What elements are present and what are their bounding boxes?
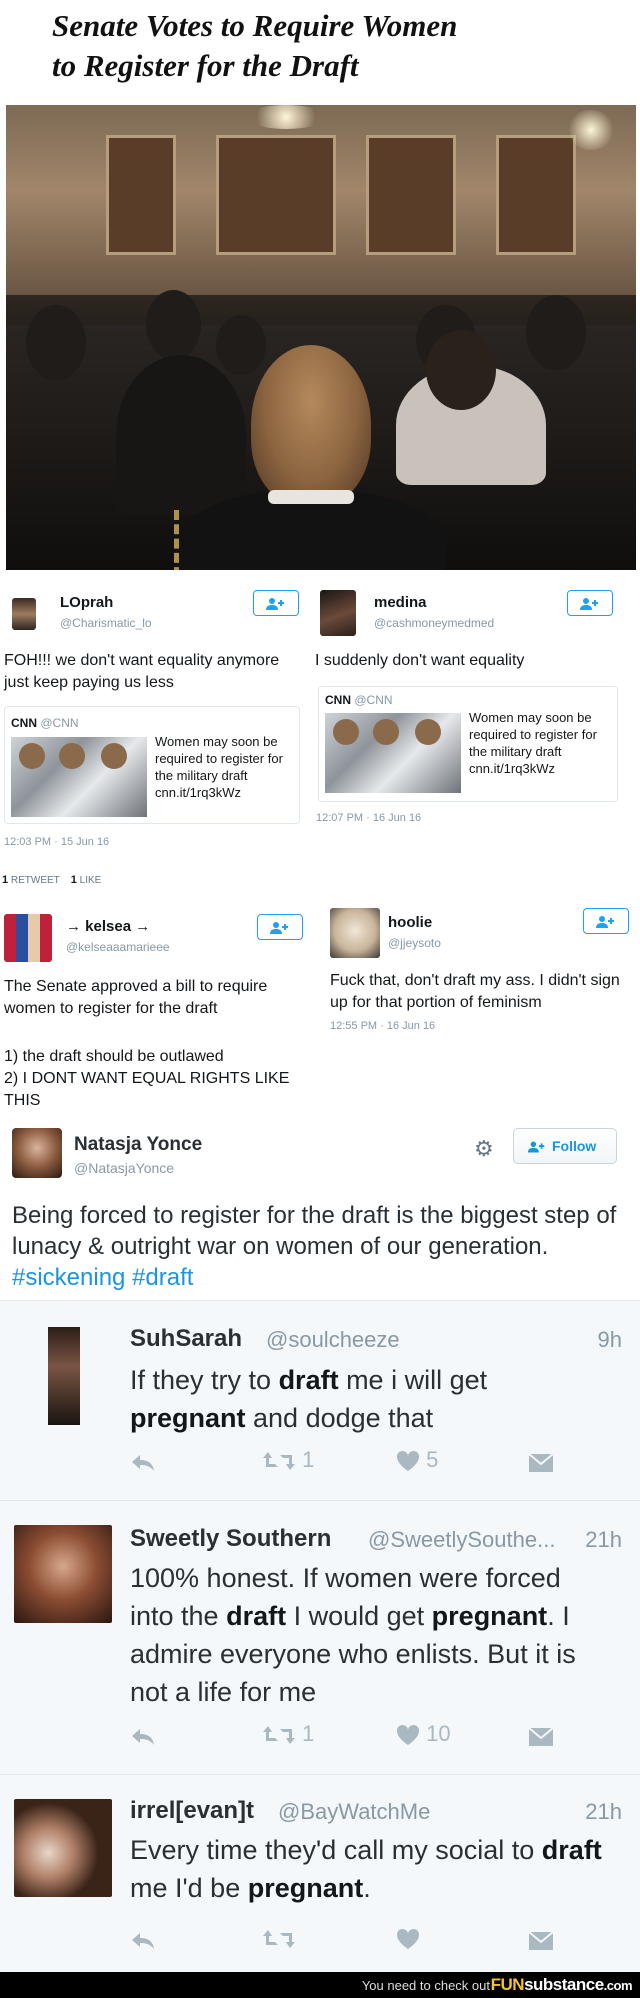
like-button[interactable]: [396, 1925, 420, 1951]
follow-button[interactable]: Follow: [513, 1128, 617, 1164]
headline-line-2: to Register for the Draft: [52, 48, 359, 83]
tweet-time[interactable]: 21h: [585, 1799, 622, 1825]
follow-button[interactable]: [583, 908, 629, 934]
like-button[interactable]: 5: [396, 1447, 438, 1473]
add-user-icon: [596, 916, 614, 929]
cnn-card[interactable]: CNN @CNN Women may soon be required to r…: [4, 706, 300, 824]
retweet-button[interactable]: [262, 1925, 296, 1951]
add-user-icon: [580, 598, 598, 611]
follow-button[interactable]: [257, 914, 303, 940]
tweet-author-handle[interactable]: @SweetlySouthe...: [368, 1527, 555, 1553]
like-button[interactable]: 10: [396, 1721, 451, 1747]
like-count: 5: [426, 1447, 439, 1472]
retweet-count: 1: [302, 1447, 315, 1472]
avatar[interactable]: [12, 1128, 62, 1178]
site-brand[interactable]: FUNsubstance.com: [491, 1975, 633, 1995]
avatar[interactable]: [320, 590, 356, 636]
retweet-icon: [263, 1930, 295, 1949]
follow-label: Follow: [552, 1138, 597, 1154]
card-image: [325, 713, 461, 793]
tweet-author-handle[interactable]: @soulcheeze: [266, 1327, 400, 1353]
mobile-tweet-suhsarah: SuhSarah @soulcheeze 9h If they try to d…: [0, 1300, 640, 1500]
tweet-author-name[interactable]: → kelsea →: [66, 918, 150, 935]
tweet-author-name[interactable]: irrel[evan]t: [130, 1797, 254, 1825]
gear-icon[interactable]: ⚙: [474, 1136, 494, 1162]
tweet-author-handle[interactable]: @cashmoneymedmed: [374, 616, 494, 630]
avatar[interactable]: [14, 1525, 112, 1623]
card-text: Women may soon be required to register f…: [155, 734, 283, 800]
tweet-author-handle[interactable]: @NatasjaYonce: [74, 1160, 174, 1176]
tweet-text: Being forced to register for the draft i…: [12, 1202, 617, 1291]
tweet-text: The Senate approved a bill to require wo…: [4, 978, 268, 1017]
follow-button[interactable]: [253, 590, 299, 616]
tweet-timestamp[interactable]: 12:55 PM · 16 Jun 16: [330, 1020, 435, 1032]
heart-icon: [396, 1451, 420, 1472]
mobile-tweet-irrelevant: irrel[evan]t @BayWatchMe 21h Every time …: [0, 1774, 640, 1972]
senate-hearing-photo: [6, 105, 636, 570]
tweet-text: Every time they'd call my social to draf…: [130, 1835, 602, 1903]
watermark-footer: You need to check out FUNsubstance.com: [0, 1972, 640, 1998]
headline: Senate Votes to Require Women to Registe…: [52, 6, 592, 86]
heart-icon: [396, 1929, 420, 1950]
tweet-text: I suddenly don't want equality: [315, 652, 525, 669]
mobile-tweet-sweetly-southern: Sweetly Southern @SweetlySouthe... 21h 1…: [0, 1500, 640, 1774]
tweet-author-name[interactable]: Natasja Yonce: [74, 1134, 202, 1156]
message-icon[interactable]: [528, 1927, 554, 1953]
retweet-icon: [263, 1452, 295, 1471]
tweet-stats: 1 RETWEET 1 LIKE: [2, 874, 102, 886]
message-icon[interactable]: [528, 1449, 554, 1475]
footer-message: You need to check out: [361, 1978, 490, 1993]
retweet-count: 1: [302, 1721, 315, 1746]
retweet-button[interactable]: 1: [262, 1721, 314, 1747]
avatar[interactable]: [12, 598, 36, 630]
cnn-card[interactable]: CNN @CNN Women may soon be required to r…: [318, 686, 618, 802]
reply-icon[interactable]: [130, 1927, 156, 1953]
heart-icon: [396, 1725, 420, 1746]
retweet-button[interactable]: 1: [262, 1447, 314, 1473]
tweet-text: FOH!!! we don't want equality anymore ju…: [4, 652, 280, 691]
like-count: 10: [426, 1721, 451, 1746]
follow-button[interactable]: [567, 590, 613, 616]
tweet-time[interactable]: 21h: [585, 1527, 622, 1553]
tweet-author-name[interactable]: LOprah: [60, 594, 113, 611]
add-user-icon: [527, 1141, 545, 1153]
message-icon[interactable]: [528, 1723, 554, 1749]
tweet-author-handle[interactable]: @jjeysoto: [388, 936, 441, 950]
retweet-icon: [263, 1726, 295, 1745]
card-source: CNN @CNN: [325, 693, 393, 707]
tweet-author-handle[interactable]: @Charismatic_lo: [60, 616, 152, 630]
tweet-author-handle[interactable]: @BayWatchMe: [278, 1799, 430, 1825]
card-source: CNN @CNN: [11, 716, 79, 730]
add-user-icon: [270, 922, 288, 935]
avatar[interactable]: [330, 908, 380, 958]
woman-hair: [251, 345, 371, 505]
add-user-icon: [266, 598, 284, 611]
hashtags[interactable]: #sickening #draft: [12, 1264, 193, 1291]
avatar[interactable]: [14, 1799, 112, 1897]
avatar[interactable]: [48, 1327, 80, 1425]
tweet-time[interactable]: 9h: [598, 1327, 622, 1353]
reply-icon[interactable]: [130, 1449, 156, 1475]
headline-line-1: Senate Votes to Require Women: [52, 8, 458, 43]
tweet-text: 100% honest. If women were forced into t…: [130, 1563, 576, 1707]
tweet-list-item-2: 2) I DONT WANT EQUAL RIGHTS LIKE THIS: [4, 1070, 290, 1109]
tweet-text: If they try to draft me i will get pregn…: [130, 1365, 488, 1433]
tweet-author-name[interactable]: Sweetly Southern: [130, 1525, 331, 1553]
reply-icon[interactable]: [130, 1723, 156, 1749]
card-text: Women may soon be required to register f…: [469, 710, 597, 776]
tweet-list-item-1: 1) the draft should be outlawed: [4, 1048, 224, 1065]
tweet-text: Fuck that, don't draft my ass. I didn't …: [330, 972, 620, 1011]
avatar[interactable]: [4, 914, 52, 962]
card-image: [11, 737, 147, 817]
tweet-timestamp[interactable]: 12:03 PM · 15 Jun 16: [4, 836, 109, 848]
tweet-author-name[interactable]: medina: [374, 594, 427, 611]
tweet-author-name[interactable]: SuhSarah: [130, 1325, 242, 1353]
tweet-timestamp[interactable]: 12:07 PM · 16 Jun 16: [316, 812, 421, 824]
tweet-author-name[interactable]: hoolie: [388, 914, 432, 931]
tweet-author-handle[interactable]: @kelseaaamarieee: [66, 940, 170, 954]
